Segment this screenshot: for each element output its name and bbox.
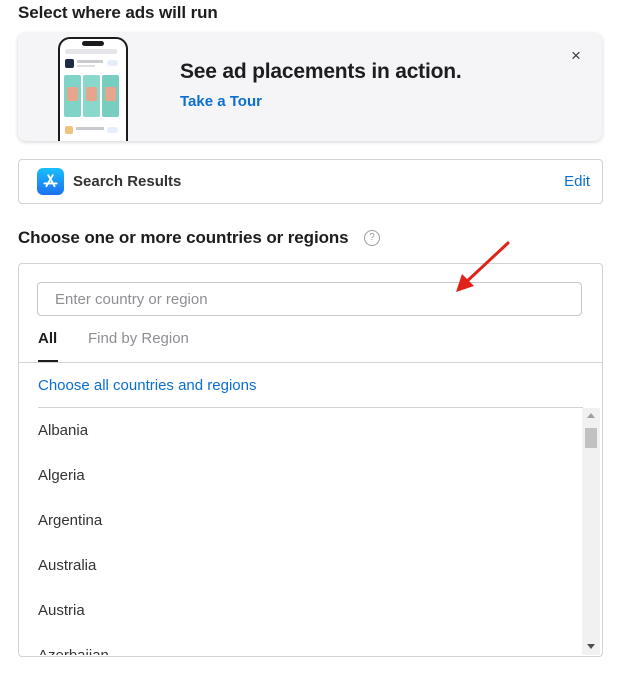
promo-headline: See ad placements in action.	[180, 60, 462, 83]
tabs-divider	[19, 362, 602, 363]
annotation-arrow-icon	[456, 241, 510, 292]
countries-title: Choose one or more countries or regions	[18, 228, 349, 247]
edit-link[interactable]: Edit	[564, 173, 590, 190]
section-title: Select where ads will run	[18, 3, 218, 22]
list-item[interactable]: Albania	[38, 408, 581, 453]
list-item[interactable]: Argentina	[38, 498, 581, 543]
search-results-placement: Search Results Edit	[18, 159, 603, 204]
tab-all[interactable]: All	[38, 330, 57, 347]
help-icon[interactable]: ?	[364, 230, 380, 246]
scrollbar[interactable]	[582, 408, 600, 655]
list-item[interactable]: Austria	[38, 588, 581, 633]
country-list: Albania Algeria Argentina Australia Aust…	[38, 408, 581, 655]
scroll-thumb[interactable]	[585, 428, 597, 448]
app-store-icon	[37, 168, 64, 195]
tab-find-by-region[interactable]: Find by Region	[88, 330, 189, 347]
phone-preview-image	[58, 37, 128, 141]
promo-card: See ad placements in action. Take a Tour…	[18, 33, 602, 141]
list-item[interactable]: Australia	[38, 543, 581, 588]
placement-label: Search Results	[73, 173, 182, 190]
close-icon[interactable]: ×	[571, 47, 581, 64]
list-item[interactable]: Azerbaijan	[38, 633, 581, 655]
country-selector-panel: All Find by Region Choose all countries …	[18, 263, 603, 657]
take-a-tour-link[interactable]: Take a Tour	[180, 93, 262, 110]
scroll-up-arrow-icon[interactable]	[587, 413, 595, 418]
list-item[interactable]: Algeria	[38, 453, 581, 498]
scroll-down-arrow-icon[interactable]	[587, 644, 595, 649]
choose-all-countries-link[interactable]: Choose all countries and regions	[38, 377, 256, 394]
